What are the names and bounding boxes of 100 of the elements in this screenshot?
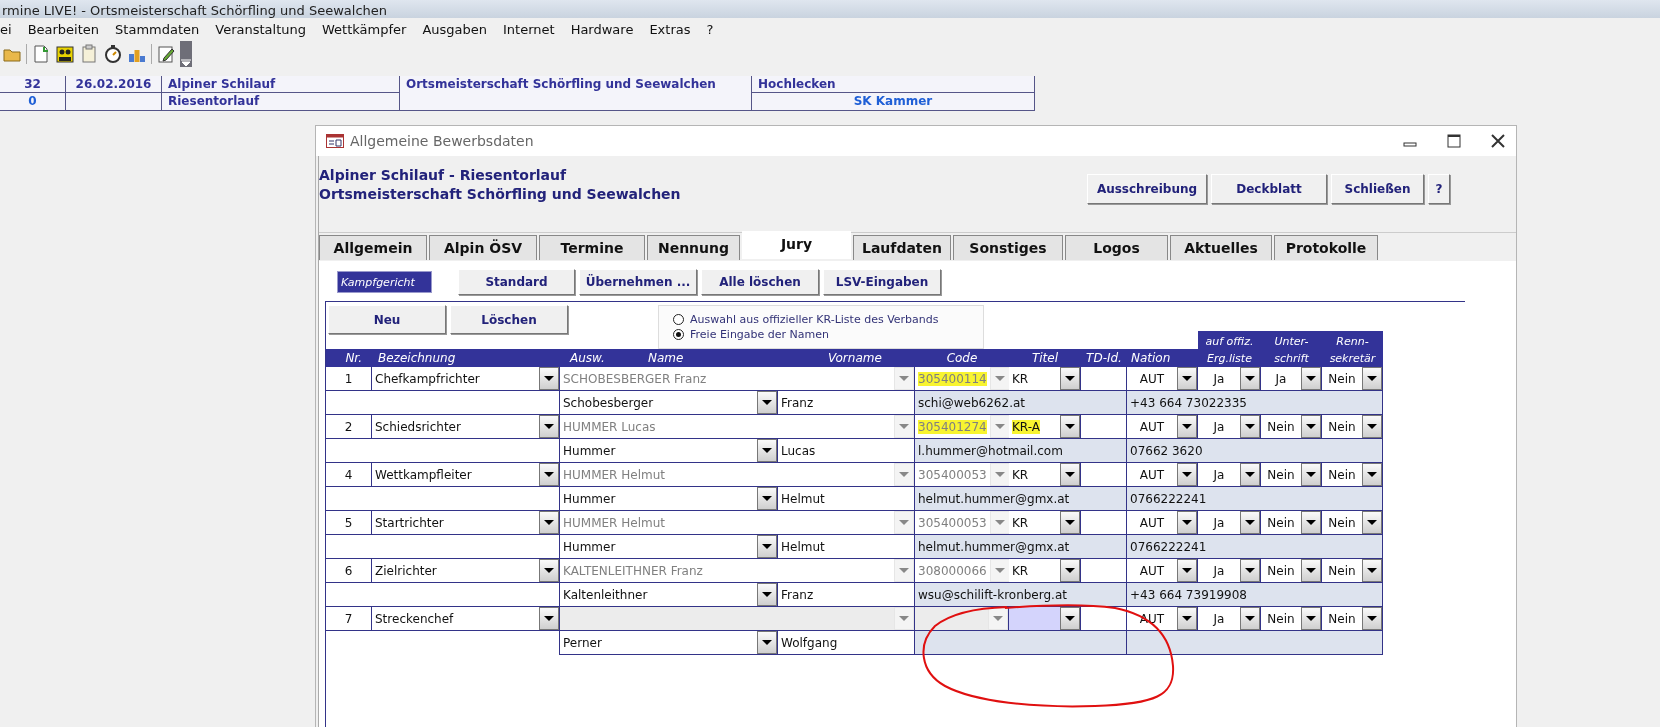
nation-dropdown[interactable]: AUT: [1127, 415, 1198, 439]
tab[interactable]: Termine: [539, 235, 645, 260]
tab[interactable]: Sonstiges: [953, 235, 1063, 260]
role-dropdown[interactable]: Zielrichter: [372, 559, 560, 583]
email-field[interactable]: [915, 631, 1127, 655]
help-button[interactable]: ?: [1428, 174, 1450, 204]
first-name-field[interactable]: Franz: [778, 391, 915, 415]
official-select[interactable]: [560, 607, 915, 631]
clipboard-icon[interactable]: [79, 44, 99, 64]
first-name-field[interactable]: Wolfgang: [778, 631, 915, 655]
signature-dropdown[interactable]: Ja: [1261, 367, 1322, 391]
tab[interactable]: Laufdaten: [853, 235, 951, 260]
tab[interactable]: Alpin ÖSV: [429, 235, 537, 260]
result-list-dropdown[interactable]: Ja: [1198, 463, 1261, 487]
official-select[interactable]: SCHOBESBERGER Franz: [560, 367, 915, 391]
email-field[interactable]: wsu@schilift-kronberg.at: [915, 583, 1127, 607]
phone-field[interactable]: 07662 3620: [1127, 439, 1383, 463]
nation-dropdown[interactable]: AUT: [1127, 463, 1198, 487]
radio-button[interactable]: [673, 314, 684, 325]
phone-field[interactable]: 0766222241: [1127, 487, 1383, 511]
code-select[interactable]: 305400053: [915, 511, 1009, 535]
role-dropdown[interactable]: Schiedsrichter: [372, 415, 560, 439]
title-dropdown[interactable]: KR-A: [1009, 415, 1081, 439]
signature-dropdown[interactable]: Nein: [1261, 463, 1322, 487]
menu-item[interactable]: Ausgaben: [414, 21, 495, 37]
title-dropdown[interactable]: KR: [1009, 559, 1081, 583]
section-button[interactable]: LSV-Eingaben: [823, 269, 941, 295]
phone-field[interactable]: [1127, 631, 1383, 655]
edit-document-icon[interactable]: [156, 44, 176, 64]
email-field[interactable]: helmut.hummer@gmx.at: [915, 487, 1127, 511]
surname-dropdown[interactable]: Perner: [560, 631, 778, 655]
menu-item[interactable]: Internet: [495, 21, 563, 37]
email-field[interactable]: schi@web6262.at: [915, 391, 1127, 415]
phone-field[interactable]: 0766222241: [1127, 535, 1383, 559]
title-dropdown[interactable]: KR: [1009, 511, 1081, 535]
phone-field[interactable]: +43 664 73919908: [1127, 583, 1383, 607]
row-button[interactable]: Neu: [328, 305, 446, 334]
menu-item[interactable]: Hardware: [562, 21, 642, 37]
first-name-field[interactable]: Franz: [778, 583, 915, 607]
first-name-field[interactable]: Helmut: [778, 487, 915, 511]
tab[interactable]: Allgemein: [319, 235, 427, 260]
stopwatch-icon[interactable]: [103, 44, 123, 64]
menu-item[interactable]: Wettkämpfer: [314, 21, 415, 37]
result-list-dropdown[interactable]: Ja: [1198, 415, 1261, 439]
title-dropdown[interactable]: KR: [1009, 367, 1081, 391]
race-secretary-dropdown[interactable]: Nein: [1322, 607, 1383, 631]
tab[interactable]: Jury: [742, 231, 851, 259]
header-button[interactable]: Ausschreibung: [1087, 174, 1207, 204]
section-button[interactable]: Alle löschen: [701, 269, 819, 295]
role-dropdown[interactable]: Wettkampfleiter: [372, 463, 560, 487]
email-field[interactable]: l.hummer@hotmail.com: [915, 439, 1127, 463]
official-select[interactable]: HUMMER Helmut: [560, 511, 915, 535]
first-name-field[interactable]: Helmut: [778, 535, 915, 559]
nation-dropdown[interactable]: AUT: [1127, 367, 1198, 391]
surname-dropdown[interactable]: Hummer: [560, 487, 778, 511]
people-icon[interactable]: [55, 44, 75, 64]
signature-dropdown[interactable]: Nein: [1261, 607, 1322, 631]
result-list-dropdown[interactable]: Ja: [1198, 367, 1261, 391]
title-dropdown[interactable]: KR: [1009, 463, 1081, 487]
maximize-button[interactable]: [1446, 133, 1462, 149]
race-secretary-dropdown[interactable]: Nein: [1322, 415, 1383, 439]
result-list-dropdown[interactable]: Ja: [1198, 607, 1261, 631]
code-select[interactable]: [915, 607, 1009, 631]
code-select[interactable]: 308000066: [915, 559, 1009, 583]
toolbar-overflow-button[interactable]: [180, 41, 192, 67]
official-select[interactable]: KALTENLEITHNER Franz: [560, 559, 915, 583]
result-list-dropdown[interactable]: Ja: [1198, 511, 1261, 535]
tab[interactable]: Logos: [1065, 235, 1168, 260]
official-select[interactable]: HUMMER Lucas: [560, 415, 915, 439]
role-dropdown[interactable]: Startrichter: [372, 511, 560, 535]
new-document-icon[interactable]: [31, 44, 51, 64]
menu-item[interactable]: ?: [698, 21, 722, 37]
section-button[interactable]: Standard: [458, 269, 575, 295]
section-button[interactable]: Übernehmen ...: [579, 269, 697, 295]
phone-field[interactable]: +43 664 73022335: [1127, 391, 1383, 415]
official-select[interactable]: HUMMER Helmut: [560, 463, 915, 487]
menu-item[interactable]: Extras: [641, 21, 699, 37]
nation-dropdown[interactable]: AUT: [1127, 511, 1198, 535]
race-secretary-dropdown[interactable]: Nein: [1322, 559, 1383, 583]
menu-item[interactable]: Veranstaltung: [207, 21, 314, 37]
title-dropdown[interactable]: [1009, 607, 1081, 631]
tab[interactable]: Aktuelles: [1170, 235, 1272, 260]
signature-dropdown[interactable]: Nein: [1261, 559, 1322, 583]
email-field[interactable]: helmut.hummer@gmx.at: [915, 535, 1127, 559]
race-secretary-dropdown[interactable]: Nein: [1322, 511, 1383, 535]
signature-dropdown[interactable]: Nein: [1261, 415, 1322, 439]
result-list-dropdown[interactable]: Ja: [1198, 559, 1261, 583]
race-secretary-dropdown[interactable]: Nein: [1322, 463, 1383, 487]
role-dropdown[interactable]: Streckenchef: [372, 607, 560, 631]
surname-dropdown[interactable]: Hummer: [560, 439, 778, 463]
menu-item[interactable]: Bearbeiten: [19, 21, 108, 37]
menu-item[interactable]: ei: [0, 21, 20, 37]
row-button[interactable]: Löschen: [450, 305, 568, 334]
header-button[interactable]: Deckblatt: [1211, 174, 1327, 204]
header-button[interactable]: Schließen: [1331, 174, 1424, 204]
tab[interactable]: Nennung: [647, 235, 740, 260]
code-select[interactable]: 305400053: [915, 463, 1009, 487]
role-dropdown[interactable]: Chefkampfrichter: [372, 367, 560, 391]
menu-item[interactable]: Stammdaten: [107, 21, 208, 37]
first-name-field[interactable]: Lucas: [778, 439, 915, 463]
